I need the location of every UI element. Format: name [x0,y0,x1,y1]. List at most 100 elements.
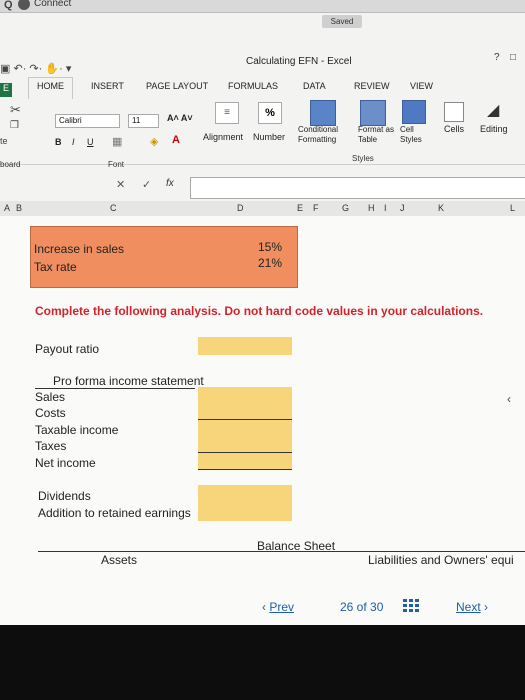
redo-icon[interactable]: ↷ [29,63,38,75]
window-title: Calculating EFN - Excel [246,56,352,67]
proforma-input-cells[interactable] [198,387,292,469]
tab-home[interactable]: HOME [28,77,73,99]
percent-icon[interactable]: % [258,102,282,124]
font-name-box[interactable]: Calibri [55,114,120,128]
col-f[interactable]: F [313,203,319,213]
proforma-underline [35,388,195,389]
dividends-input-cells[interactable] [198,485,292,521]
styles-group-label: Styles [352,154,374,163]
liabilities-label: Liabilities and Owners' equi [368,553,514,567]
restore-icon[interactable]: □ [510,52,516,63]
excel-window: Q Connect Saved ▣ ↶· ↷· ✋· ▾ Calculating… [0,0,525,625]
cell-styles-icon[interactable] [402,100,426,124]
ribbon-tabs: E HOME INSERT PAGE LAYOUT FORMULAS DATA … [0,77,525,99]
chevron-right-icon: › [480,600,489,614]
customize-icon[interactable]: ▾ [66,63,72,75]
format-as-table-icon[interactable] [360,100,386,126]
underline-button[interactable]: U [87,137,94,147]
tax-value[interactable]: 21% [258,256,282,270]
tab-formulas[interactable]: FORMULAS [228,81,278,91]
balance-sheet-line [38,551,525,552]
bold-button[interactable]: B [55,137,62,147]
page-indicator: 26 of 30 [340,600,384,614]
alignment-icon[interactable]: ≡ [215,102,239,124]
assets-label: Assets [101,553,138,567]
col-k[interactable]: K [438,203,444,213]
number-button[interactable]: Number [253,132,285,142]
col-g[interactable]: G [342,203,349,213]
prev-button[interactable]: ‹ Prev [262,600,294,614]
binoculars-icon[interactable]: ◢ [487,100,499,120]
font-color-icon[interactable]: A [172,134,180,146]
col-l[interactable]: L [510,203,515,213]
col-h[interactable]: H [368,203,375,213]
format-as-table-button[interactable]: Format as Table [358,125,398,145]
grid-icon[interactable] [403,599,419,613]
tab-view[interactable]: VIEW [410,81,433,91]
connect-icon [18,0,30,10]
undo-icon[interactable]: ↶ [13,63,22,75]
net-income-label: Net income [35,456,96,470]
tax-label: Tax rate [34,260,77,274]
help-button[interactable]: ? [494,52,500,63]
formula-input[interactable] [190,177,525,199]
taxable-label: Taxable income [35,423,119,437]
next-label: Next [456,600,481,614]
next-button[interactable]: Next › [456,600,488,614]
col-d[interactable]: D [237,203,244,213]
col-j[interactable]: J [400,203,405,213]
tab-page-layout[interactable]: PAGE LAYOUT [146,81,208,91]
increase-label: Increase in sales [34,242,125,256]
copy-icon[interactable]: ❐ [10,120,19,131]
tab-file[interactable]: E [0,83,12,97]
search-icon[interactable]: Q [4,0,13,11]
proforma-title: Pro forma income statement [53,374,204,388]
increase-value[interactable]: 15% [258,240,282,254]
sales-label: Sales [35,390,66,404]
save-icon[interactable]: ▣ [0,63,10,75]
col-a[interactable]: A [4,203,10,213]
payout-label: Payout ratio [35,342,100,356]
clipboard-group-label: board [0,160,21,169]
connect-label: Connect [34,0,72,9]
tab-review[interactable]: REVIEW [354,81,390,91]
payout-input-cell[interactable] [198,337,292,355]
col-b[interactable]: B [16,203,22,213]
grow-shrink-font[interactable]: A˄ A˅ [167,113,193,123]
quick-access-toolbar: ▣ ↶· ↷· ✋· ▾ [0,63,72,75]
col-e[interactable]: E [297,203,303,213]
font-size-box[interactable]: 11 [128,114,159,128]
instruction-text: Complete the following analysis. Do not … [35,304,484,318]
cancel-icon[interactable]: ✕ [116,178,125,191]
column-headers: A B C D E F G H I J K L [0,201,525,217]
ribbon: ✂ ❐ te Calibri 11 A˄ A˅ B I U ▦ ◈ A ≡ Al… [0,98,525,169]
fx-icon[interactable]: fx [166,178,174,189]
alignment-button[interactable]: Alignment [203,132,243,142]
enter-icon[interactable]: ✓ [142,178,151,191]
fill-color-icon[interactable]: ◈ [150,135,158,148]
borders-icon[interactable]: ▦ [112,135,122,148]
retained-label: Addition to retained earnings [38,506,191,520]
tab-insert[interactable]: INSERT [91,81,124,91]
col-i[interactable]: I [384,203,387,213]
conditional-formatting-button[interactable]: Conditional Formatting [298,125,360,145]
cells-icon[interactable] [444,102,464,122]
conditional-formatting-icon[interactable] [310,100,336,126]
browser-bar: Q Connect [0,0,525,13]
col-c[interactable]: C [110,203,117,213]
tab-data[interactable]: DATA [303,81,326,91]
costs-label: Costs [35,406,66,420]
scroll-arrow-icon[interactable]: ‹ [507,392,511,406]
font-group-label: Font [108,160,125,169]
editing-button[interactable]: Editing [480,124,508,134]
cut-icon[interactable]: ✂ [10,102,21,118]
dividends-label: Dividends [38,489,91,503]
touch-mode-icon[interactable]: ✋ [45,63,59,75]
italic-button[interactable]: I [72,137,75,147]
cells-button[interactable]: Cells [444,124,464,134]
prev-label: Prev [269,600,295,614]
cell-styles-button[interactable]: Cell Styles [400,125,430,145]
saved-indicator: Saved [322,15,362,28]
costs-total-line [198,419,292,420]
paste-label[interactable]: te [0,136,8,146]
